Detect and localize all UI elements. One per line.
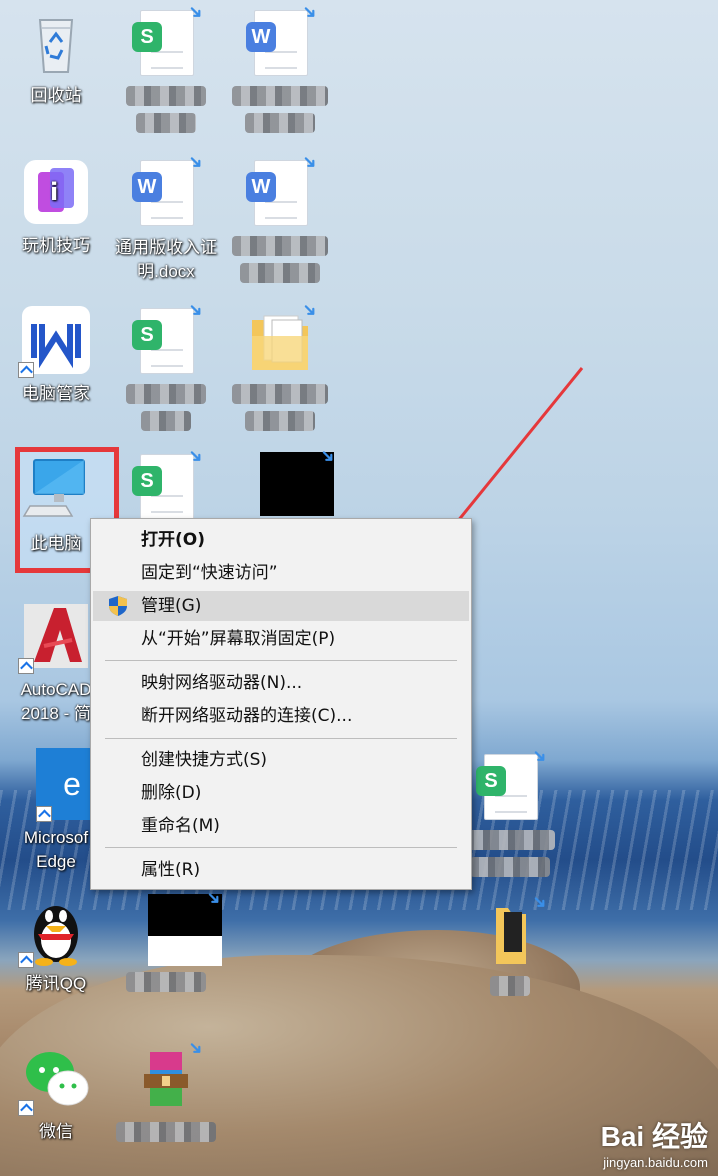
- menu-separator: [105, 660, 457, 661]
- manage-label: 管理(G): [141, 596, 202, 616]
- menu-item-manage[interactable]: 管理(G): [93, 591, 469, 621]
- menu-item-open[interactable]: 打开(O): [93, 525, 469, 555]
- context-menu: 打开(O) 固定到“快速访问” 管理(G) 从“开始”屏幕取消固定(P) 映射网…: [90, 518, 472, 890]
- menu-separator: [105, 847, 457, 848]
- menu-item-pin-quick-access[interactable]: 固定到“快速访问”: [93, 558, 469, 588]
- menu-item-disconnect-drive[interactable]: 断开网络驱动器的连接(C)...: [93, 701, 469, 731]
- menu-separator: [105, 738, 457, 739]
- watermark-site: jingyan.baidu.com: [603, 1155, 708, 1170]
- baidu-watermark: Bai 经验 jingyan.baidu.com: [601, 1115, 708, 1170]
- desktop: 回收站 i 玩机技巧 电脑管家 此电脑 AutoCAD 2018 - 简 e M…: [0, 0, 718, 1176]
- watermark-brand: Bai 经验: [600, 1121, 708, 1152]
- uac-shield-icon: [109, 596, 127, 616]
- menu-item-map-drive[interactable]: 映射网络驱动器(N)...: [93, 668, 469, 698]
- menu-item-create-shortcut[interactable]: 创建快捷方式(S): [93, 745, 469, 775]
- menu-item-rename[interactable]: 重命名(M): [93, 811, 469, 841]
- menu-item-unpin-start[interactable]: 从“开始”屏幕取消固定(P): [93, 624, 469, 654]
- menu-item-properties[interactable]: 属性(R): [93, 855, 469, 885]
- menu-item-delete[interactable]: 删除(D): [93, 778, 469, 808]
